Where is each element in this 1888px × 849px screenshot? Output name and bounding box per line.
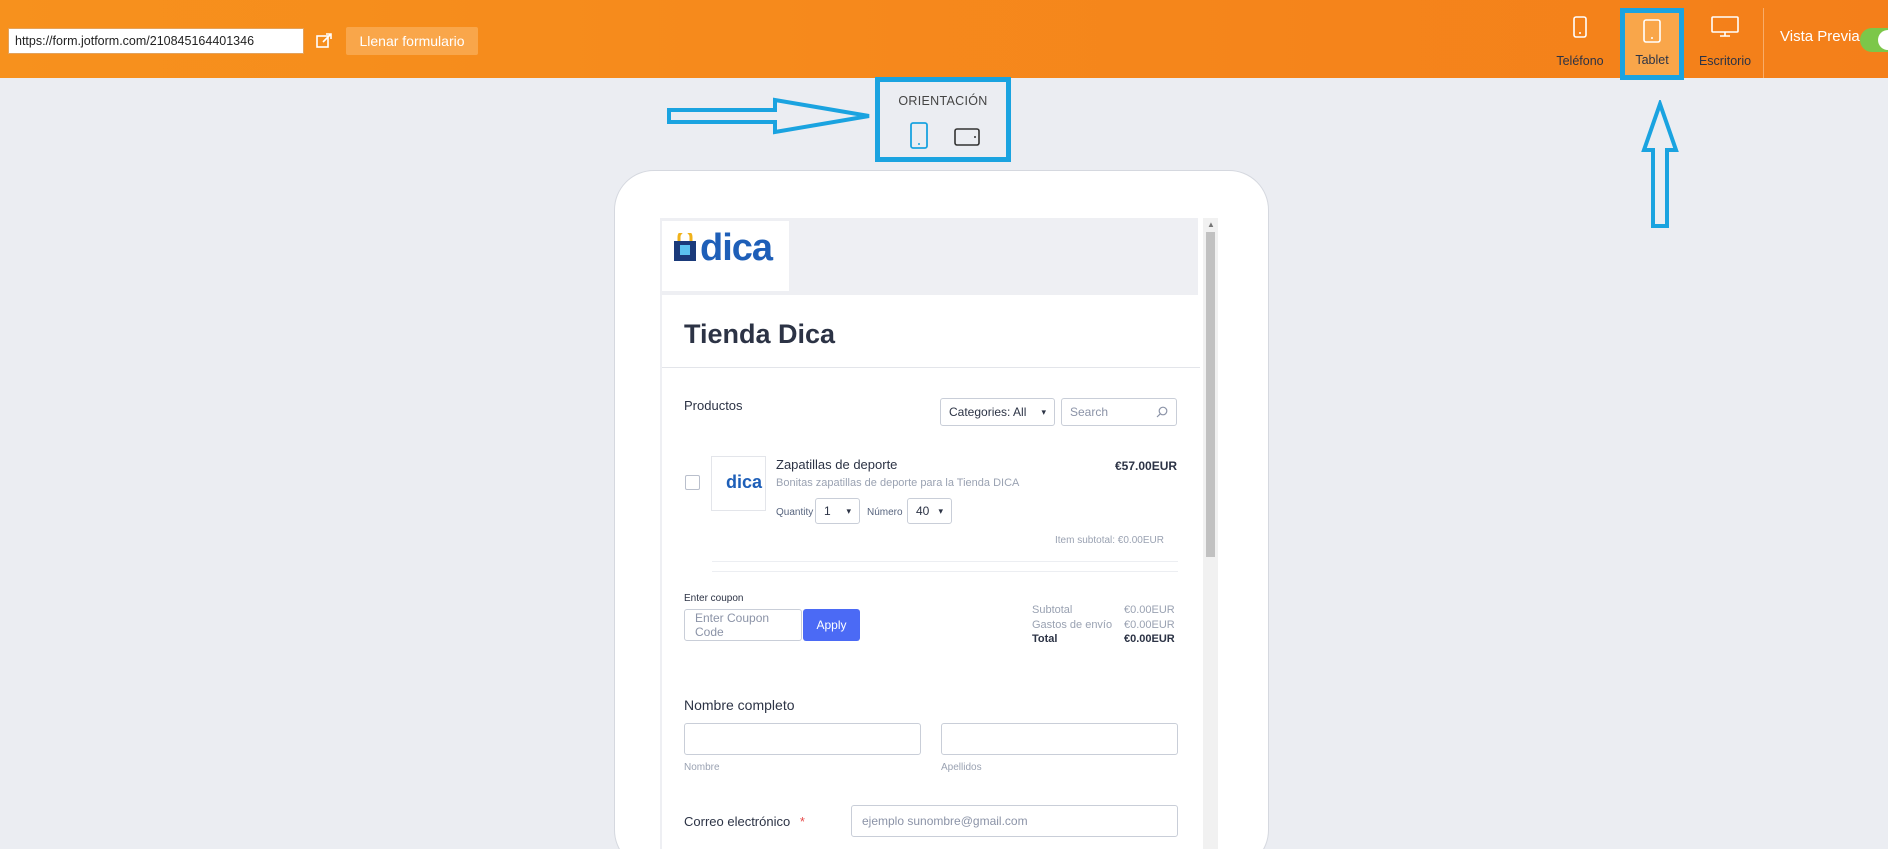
product-description: Bonitas zapatillas de deporte para la Ti…: [776, 477, 1020, 489]
form-url-field[interactable]: https://form.jotform.com/210845164401346: [8, 28, 304, 54]
form-title: Tienda Dica: [684, 319, 836, 349]
device-tablet-button[interactable]: Tablet: [1620, 8, 1684, 80]
tablet-icon: [1643, 19, 1661, 43]
device-phone-button[interactable]: Teléfono: [1548, 10, 1612, 76]
email-placeholder: ejemplo sunombre@gmail.com: [862, 814, 1028, 828]
coupon-input[interactable]: Enter Coupon Code: [684, 609, 802, 641]
first-name-sublabel: Nombre: [684, 762, 720, 773]
product-divider-2: [712, 571, 1178, 572]
subtotal-label: Subtotal: [1032, 604, 1073, 616]
landscape-icon[interactable]: [954, 128, 980, 146]
subtotal-value: €0.00EUR: [1124, 604, 1175, 616]
last-name-input[interactable]: [941, 723, 1178, 755]
top-toolbar: https://form.jotform.com/210845164401346…: [0, 0, 1888, 80]
product-name: Zapatillas de deporte: [776, 457, 898, 472]
product-search-input[interactable]: Search: [1061, 398, 1177, 426]
categories-value: Categories: All: [949, 405, 1027, 419]
open-external-icon[interactable]: [312, 28, 336, 54]
chevron-down-icon: ▾: [846, 505, 851, 516]
form-scrollbar[interactable]: ▲: [1203, 218, 1218, 849]
last-name-sublabel: Apellidos: [941, 762, 982, 773]
device-tablet-label: Tablet: [1635, 53, 1669, 67]
search-placeholder: Search: [1070, 405, 1109, 419]
form-card: [662, 295, 1200, 849]
fill-form-button[interactable]: Llenar formulario: [346, 27, 478, 55]
shipping-label: Gastos de envío: [1032, 619, 1113, 631]
product-logo-text: dica: [726, 472, 763, 492]
email-input[interactable]: ejemplo sunombre@gmail.com: [851, 805, 1178, 837]
preview-toggle[interactable]: [1860, 28, 1888, 52]
email-label-text: Correo electrónico: [684, 814, 791, 829]
coupon-placeholder: Enter Coupon Code: [695, 611, 770, 639]
total-label: Total: [1032, 633, 1058, 645]
device-desktop-button[interactable]: Escritorio: [1693, 10, 1757, 76]
preview-label: Vista Previa: [1780, 28, 1860, 45]
product-checkbox[interactable]: [685, 475, 700, 490]
product-image: dica: [711, 456, 766, 511]
title-divider: [662, 367, 1200, 368]
device-phone-label: Teléfono: [1556, 54, 1604, 68]
full-name-label: Nombre completo: [684, 697, 795, 713]
form-logo: dica: [662, 221, 789, 291]
toggle-knob: [1878, 30, 1888, 50]
numero-value: 40: [916, 504, 930, 518]
quantity-label: Quantity: [776, 507, 814, 518]
first-name-input[interactable]: [684, 723, 921, 755]
item-subtotal: Item subtotal: €0.00EUR: [1055, 535, 1164, 546]
required-mark: *: [799, 814, 805, 829]
product-divider: [712, 561, 1178, 562]
numero-label: Número: [867, 507, 903, 518]
desktop-icon: [1711, 16, 1739, 37]
search-icon: [1156, 406, 1168, 418]
orientation-label: ORIENTACIÓN: [898, 94, 988, 108]
shipping-value: €0.00EUR: [1124, 619, 1175, 631]
apply-coupon-button[interactable]: Apply: [803, 609, 860, 641]
portrait-icon[interactable]: [910, 122, 928, 149]
annotation-arrow-right: [667, 97, 870, 135]
phone-icon: [1573, 16, 1587, 38]
scroll-thumb[interactable]: [1206, 232, 1215, 557]
categories-select[interactable]: Categories: All ▾: [940, 398, 1055, 426]
scroll-up-icon[interactable]: ▲: [1207, 220, 1215, 229]
bag-icon: [674, 233, 696, 261]
quantity-select[interactable]: 1 ▾: [815, 498, 860, 524]
total-value: €0.00EUR: [1124, 633, 1175, 645]
numero-select[interactable]: 40 ▾: [907, 498, 952, 524]
toolbar-divider: [1763, 8, 1764, 78]
device-desktop-label: Escritorio: [1698, 54, 1752, 68]
orientation-panel: ORIENTACIÓN: [875, 77, 1011, 162]
product-price: €57.00EUR: [1115, 459, 1178, 473]
annotation-arrow-up: [1641, 100, 1679, 228]
logo-text: dica: [700, 227, 773, 269]
chevron-down-icon: ▾: [938, 505, 943, 516]
email-label: Correo electrónico *: [684, 814, 805, 829]
coupon-label: Enter coupon: [684, 593, 744, 604]
quantity-value: 1: [824, 504, 831, 518]
chevron-down-icon: ▾: [1041, 406, 1046, 417]
products-label: Productos: [684, 398, 743, 413]
